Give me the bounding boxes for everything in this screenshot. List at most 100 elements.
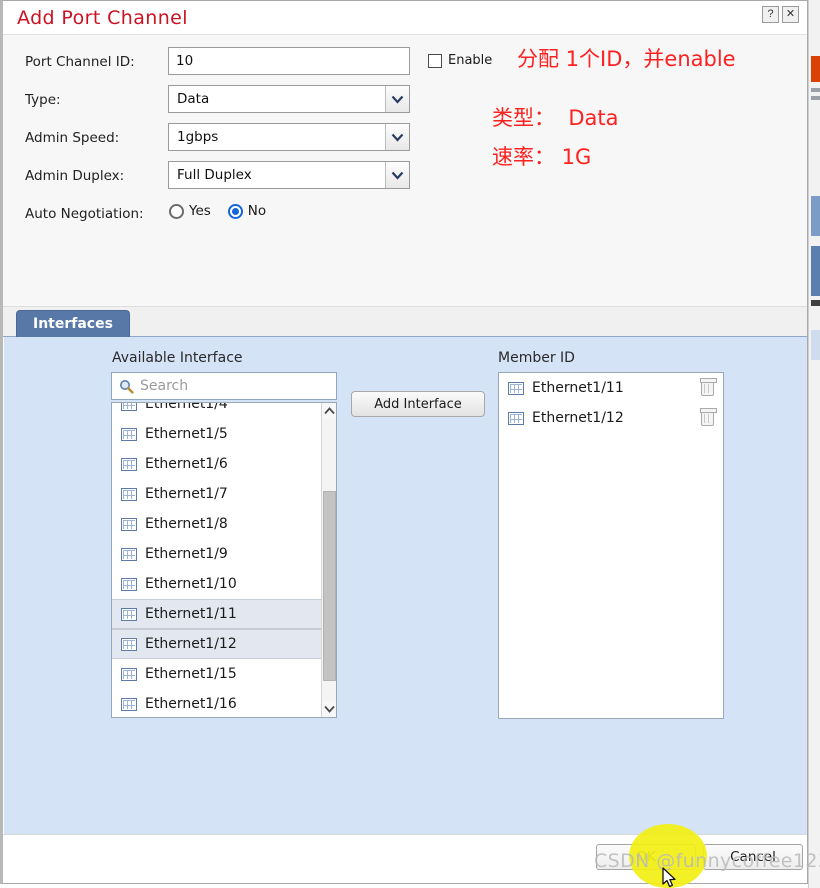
list-item[interactable]: Ethernet1/15	[112, 659, 321, 689]
search-placeholder: Search	[140, 378, 189, 394]
member-row-label: Ethernet1/11	[532, 380, 624, 396]
enable-checkbox[interactable]: Enable	[428, 53, 492, 68]
port-channel-id-label: Port Channel ID:	[25, 54, 135, 70]
interface-icon	[121, 607, 137, 621]
enable-label: Enable	[448, 53, 493, 68]
form-row-type: Type: Data	[3, 83, 807, 121]
search-input[interactable]: Search	[111, 372, 337, 400]
list-item[interactable]: Ethernet1/7	[112, 479, 321, 509]
interface-icon	[508, 411, 524, 425]
member-row[interactable]: Ethernet1/11	[499, 373, 723, 403]
bg-strip-blue-3	[811, 330, 820, 360]
chevron-down-icon[interactable]	[385, 124, 409, 150]
type-select-value: Data	[177, 91, 210, 107]
type-select[interactable]: Data	[168, 85, 410, 113]
chevron-down-icon[interactable]	[385, 86, 409, 112]
bg-strip-red	[811, 56, 820, 82]
admin-speed-label: Admin Speed:	[25, 130, 120, 146]
list-item[interactable]: Ethernet1/4	[112, 402, 321, 419]
scroll-up-icon[interactable]	[322, 403, 336, 419]
interfaces-panel: Available Interface Member ID Search Eth…	[3, 337, 807, 834]
cancel-button[interactable]: Cancel	[703, 844, 803, 870]
admin-duplex-select-value: Full Duplex	[177, 167, 252, 183]
list-item[interactable]: Ethernet1/8	[112, 509, 321, 539]
list-item-label: Ethernet1/7	[145, 486, 228, 502]
admin-duplex-select[interactable]: Full Duplex	[168, 161, 410, 189]
interface-icon	[121, 403, 137, 411]
list-item-label: Ethernet1/6	[145, 456, 228, 472]
tab-interfaces[interactable]: Interfaces	[16, 310, 130, 337]
titlebar-buttons: ? ✕	[762, 6, 799, 23]
radio-circle-yes[interactable]	[169, 203, 184, 219]
admin-speed-select-value: 1gbps	[177, 129, 219, 145]
list-item-label: Ethernet1/11	[145, 606, 237, 622]
available-interface-list[interactable]: Ethernet1/4 Ethernet1/5 Ethernet1/6 Etherne…	[111, 402, 337, 718]
member-row[interactable]: Ethernet1/12	[499, 403, 723, 433]
list-item-label: Ethernet1/16	[145, 696, 237, 712]
interface-icon	[121, 487, 137, 501]
interface-icon	[508, 381, 524, 395]
add-interface-button[interactable]: Add Interface	[351, 391, 485, 417]
form-area: Port Channel ID: Enable Type: Data Admin…	[3, 35, 807, 307]
list-item-label: Ethernet1/9	[145, 546, 228, 562]
close-icon[interactable]: ✕	[782, 6, 799, 23]
list-item-label: Ethernet1/15	[145, 666, 237, 682]
interface-icon	[121, 427, 137, 441]
list-item-label: Ethernet1/8	[145, 516, 228, 532]
auto-negotiation-no-radio[interactable]: No	[227, 203, 266, 219]
radio-circle-no[interactable]	[227, 203, 243, 219]
member-id-list[interactable]: Ethernet1/11 Ethernet1/12	[498, 372, 724, 719]
list-item[interactable]: Ethernet1/11	[112, 599, 321, 629]
available-list-scrollbar[interactable]	[321, 403, 336, 717]
interface-icon	[121, 517, 137, 531]
bg-strip-gray-1	[811, 88, 820, 92]
background-page-sliver	[808, 0, 820, 888]
dialog-title: Add Port Channel	[17, 7, 188, 29]
interface-icon	[121, 697, 137, 711]
trash-icon[interactable]	[700, 407, 717, 426]
available-interface-title: Available Interface	[112, 350, 243, 366]
dialog-footer: OK Cancel	[3, 834, 807, 882]
list-item[interactable]: Ethernet1/9	[112, 539, 321, 569]
list-item[interactable]: Ethernet1/12	[112, 629, 321, 659]
auto-negotiation-yes-radio[interactable]: Yes	[169, 203, 211, 219]
tab-strip: Interfaces	[3, 307, 807, 337]
screen: Add Port Channel ? ✕ Port Channel ID: En…	[0, 0, 820, 888]
list-item[interactable]: Ethernet1/5	[112, 419, 321, 449]
admin-duplex-label: Admin Duplex:	[25, 168, 125, 184]
member-row-label: Ethernet1/12	[532, 410, 624, 426]
add-port-channel-dialog: Add Port Channel ? ✕ Port Channel ID: En…	[0, 0, 808, 884]
ok-button[interactable]: OK	[596, 844, 696, 870]
annotation-enable: 分配 1个ID，并enable	[517, 47, 736, 71]
chevron-down-icon[interactable]	[385, 162, 409, 188]
trash-icon[interactable]	[700, 377, 717, 396]
bg-strip-gray-2	[811, 96, 820, 100]
list-item-label: Ethernet1/12	[145, 636, 237, 652]
annotation-type: 类型： Data	[492, 106, 619, 130]
list-item[interactable]: Ethernet1/10	[112, 569, 321, 599]
interface-icon	[121, 577, 137, 591]
type-label: Type:	[25, 92, 61, 108]
port-channel-id-input[interactable]	[168, 47, 410, 75]
form-row-admin-speed: Admin Speed: 1gbps	[3, 121, 807, 159]
list-item-label: Ethernet1/5	[145, 426, 228, 442]
bg-strip-dark	[811, 300, 820, 306]
scrollbar-thumb[interactable]	[323, 491, 336, 681]
dialog-titlebar: Add Port Channel ? ✕	[3, 1, 807, 35]
auto-negotiation-radio-group: Yes No	[169, 203, 275, 219]
list-item-label: Ethernet1/10	[145, 576, 237, 592]
member-id-title: Member ID	[498, 350, 575, 366]
list-item-label: Ethernet1/4	[145, 402, 228, 412]
auto-negotiation-label: Auto Negotiation:	[25, 206, 144, 222]
scroll-down-icon[interactable]	[322, 701, 336, 717]
annotation-speed: 速率： 1G	[492, 145, 592, 169]
interface-icon	[121, 637, 137, 651]
interface-icon	[121, 457, 137, 471]
list-item[interactable]: Ethernet1/6	[112, 449, 321, 479]
help-icon[interactable]: ?	[762, 6, 779, 23]
admin-speed-select[interactable]: 1gbps	[168, 123, 410, 151]
available-interface-list-items: Ethernet1/4 Ethernet1/5 Ethernet1/6 Etherne…	[112, 402, 321, 717]
interface-icon	[121, 547, 137, 561]
list-item[interactable]: Ethernet1/16	[112, 689, 321, 717]
enable-checkbox-box[interactable]	[428, 53, 442, 68]
